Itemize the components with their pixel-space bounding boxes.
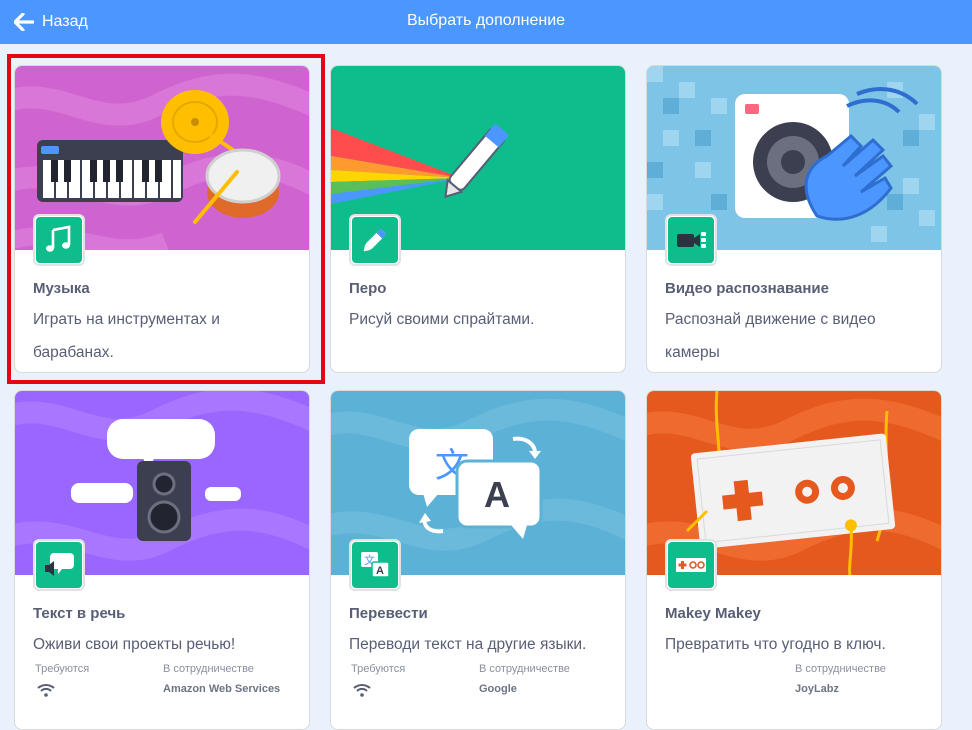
wifi-icon [353, 684, 371, 697]
collaboration-label: В сотрудничестве [795, 663, 886, 675]
svg-text:A: A [376, 565, 384, 577]
speech-bubble-icon [45, 553, 74, 576]
extension-title: Makey Makey [665, 605, 761, 622]
extension-badge: 文 A [349, 539, 401, 591]
makey-makey-icon [676, 558, 706, 572]
extension-badge [665, 539, 717, 591]
translate-icon: 文 A [361, 552, 390, 578]
page-title: Выбрать дополнение [406, 12, 566, 29]
header-bar: Назад Выбрать дополнение [0, 0, 972, 44]
extension-title: Перо [349, 280, 387, 297]
extension-title: Видео распознавание [665, 280, 829, 297]
extension-title: Перевести [349, 605, 428, 622]
extension-badge [665, 214, 717, 266]
extension-description: Распознай движение с видео камеры [665, 311, 876, 361]
collaboration-partner: Google [479, 683, 517, 695]
collaboration-label: В сотрудничестве [163, 663, 254, 675]
extension-badge [33, 214, 85, 266]
extension-description: Оживи свои проекты речью! [33, 636, 236, 653]
extension-card-pen[interactable]: Перо Рисуй своими спрайтами. [330, 65, 626, 373]
extension-description: Играть на инструментах и барабанах. [33, 311, 220, 361]
collaboration-label: В сотрудничестве [479, 663, 570, 675]
extension-title: Музыка [33, 280, 90, 297]
music-notes-icon [46, 225, 71, 252]
wifi-icon [37, 684, 55, 697]
extension-card-music[interactable]: Музыка Играть на инструментах и барабана… [14, 65, 310, 373]
extension-card-makey-makey[interactable]: Makey Makey Превратить что угодно в ключ… [646, 390, 942, 730]
extension-description: Переводи текст на другие языки. [349, 636, 587, 653]
extension-description: Рисуй своими спрайтами. [349, 311, 535, 328]
svg-text:A: A [484, 474, 510, 515]
extension-card-text-to-speech[interactable]: Текст в речь Оживи свои проекты речью! Т… [14, 390, 310, 730]
requires-label: Требуются [35, 663, 90, 675]
extension-description: Превратить что угодно в ключ. [665, 636, 886, 653]
requires-label: Требуются [351, 663, 406, 675]
collaboration-partner: Amazon Web Services [163, 683, 281, 695]
extension-badge [349, 214, 401, 266]
collaboration-partner: JoyLabz [795, 683, 840, 695]
video-camera-icon [677, 232, 706, 248]
extension-card-video-sensing[interactable]: Видео распознавание Распознай движение с… [646, 65, 942, 373]
pen-icon [363, 228, 387, 252]
extension-card-translate[interactable]: 文 A 文 A Перевести Переводи текст на друг… [330, 390, 626, 730]
extension-badge [33, 539, 85, 591]
extension-title: Текст в речь [33, 605, 126, 622]
